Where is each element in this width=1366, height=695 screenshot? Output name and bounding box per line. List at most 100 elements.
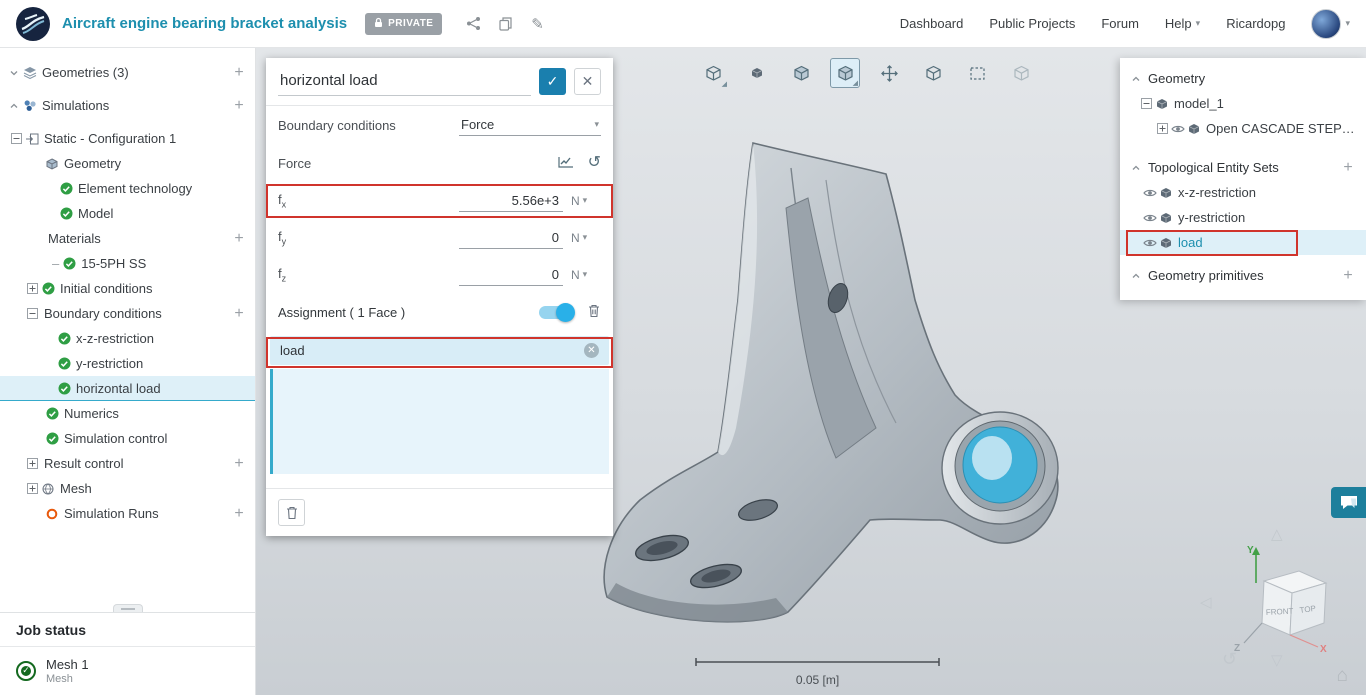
privacy-badge[interactable]: PRIVATE xyxy=(365,12,443,35)
expander-minus-icon[interactable] xyxy=(1138,98,1154,109)
tree-item-boundary-conditions[interactable]: Boundary conditions + xyxy=(0,301,255,326)
expander-plus-icon[interactable] xyxy=(24,483,40,494)
tree-item-15-5ph-ss[interactable]: ‒ 15-5PH SS xyxy=(0,251,255,276)
tree-item-model[interactable]: Model xyxy=(0,201,255,226)
caret-down-icon[interactable] xyxy=(6,68,22,78)
unit-select-fz[interactable]: N ▾ xyxy=(571,268,601,282)
geometry-header[interactable]: Geometry xyxy=(1120,66,1366,91)
nav-public-projects[interactable]: Public Projects xyxy=(989,16,1075,31)
orientation-cube-widget[interactable]: △ ◁ ▽ ↺ FRONT TOP Y X Z ⌂ xyxy=(1186,525,1362,693)
expander-minus-icon[interactable] xyxy=(8,133,24,144)
entity-set-y-restriction[interactable]: y-restriction xyxy=(1120,205,1366,230)
isometric-view-icon[interactable]: ◢ xyxy=(698,58,728,88)
avatar[interactable] xyxy=(1311,8,1342,39)
tree-item-geometries-3[interactable]: Geometries (3) + xyxy=(0,60,255,85)
nav-forum[interactable]: Forum xyxy=(1101,16,1139,31)
tree-item-element-technology[interactable]: Element technology xyxy=(0,176,255,201)
expander-plus-icon[interactable] xyxy=(24,458,40,469)
add-button[interactable]: + xyxy=(229,505,249,523)
assignment-toggle[interactable] xyxy=(539,302,575,322)
boundary-condition-type-select[interactable]: Force ▾ xyxy=(459,114,601,136)
close-button[interactable]: ✕ xyxy=(574,68,601,95)
entity-set-x-z-restriction[interactable]: x-z-restriction xyxy=(1120,180,1366,205)
tree-item-open-cascade[interactable]: Open CASCADE STEP tr... xyxy=(1120,116,1366,141)
entity-set-load[interactable]: load xyxy=(1120,230,1366,255)
add-button[interactable]: + xyxy=(229,230,249,248)
confirm-button[interactable]: ✓ xyxy=(539,68,566,95)
check-icon xyxy=(56,357,72,370)
tree-item-result-control[interactable]: Result control + xyxy=(0,451,255,476)
solid-render-icon[interactable] xyxy=(742,58,772,88)
panel-title-input[interactable]: horizontal load xyxy=(278,68,531,96)
visibility-eye-icon[interactable] xyxy=(1142,188,1158,198)
caret-up-icon[interactable] xyxy=(1128,163,1144,173)
tree-item-simulation-runs[interactable]: Simulation Runs + xyxy=(0,501,255,526)
nav-help[interactable]: Help ▾ xyxy=(1165,16,1200,31)
share-icon[interactable] xyxy=(460,11,486,37)
user-menu[interactable]: ▾ xyxy=(1311,8,1350,39)
toggle-knob xyxy=(556,302,575,322)
move-entities-icon[interactable] xyxy=(874,58,904,88)
add-button[interactable]: + xyxy=(229,455,249,473)
tree-item-geometry[interactable]: Geometry xyxy=(0,151,255,176)
clear-assignment-trash-icon[interactable] xyxy=(587,303,601,321)
visibility-mode-icon[interactable]: ◢ xyxy=(830,58,860,88)
topological-entity-sets-header[interactable]: Topological Entity Sets + xyxy=(1120,155,1366,180)
force-input-fy[interactable]: 0 xyxy=(459,227,563,249)
tree-item-initial-conditions[interactable]: Initial conditions xyxy=(0,276,255,301)
reset-undo-icon[interactable]: ↺ xyxy=(588,155,601,171)
tree-item-simulations[interactable]: Simulations + xyxy=(0,93,255,118)
add-button[interactable]: + xyxy=(229,64,249,82)
orientation-cube[interactable]: FRONT TOP Y X Z xyxy=(1214,539,1354,659)
geometry-primitives-header[interactable]: Geometry primitives + xyxy=(1120,263,1366,288)
home-view-icon[interactable]: ⌂ xyxy=(1337,665,1348,687)
copy-icon[interactable] xyxy=(492,11,518,37)
tree-item-static-configuration-1[interactable]: Static - Configuration 1 xyxy=(0,126,255,151)
wireframe-render-icon[interactable] xyxy=(918,58,948,88)
caret-up-icon[interactable] xyxy=(1128,74,1144,84)
job-item-mesh-1[interactable]: Mesh 1 Mesh xyxy=(0,647,255,695)
add-button[interactable]: + xyxy=(1338,267,1358,285)
nav-dashboard[interactable]: Dashboard xyxy=(900,16,964,31)
chat-support-button[interactable] xyxy=(1331,487,1366,518)
caret-up-icon[interactable] xyxy=(6,101,22,111)
tree-item-simulation-control[interactable]: Simulation control xyxy=(0,426,255,451)
unit-select-fy[interactable]: N ▾ xyxy=(571,231,601,245)
add-button[interactable]: + xyxy=(229,305,249,323)
model-3d-bracket[interactable] xyxy=(576,128,1096,628)
nav-username[interactable]: Ricardopg xyxy=(1226,16,1285,31)
visibility-eye-icon[interactable] xyxy=(1142,213,1158,223)
tree-item-y-restriction[interactable]: y-restriction xyxy=(0,351,255,376)
edit-pencil-icon[interactable]: ✎ xyxy=(524,11,550,37)
tree-item-horizontal-load[interactable]: horizontal load xyxy=(0,376,255,401)
add-button[interactable]: + xyxy=(229,97,249,115)
caret-up-icon[interactable] xyxy=(1128,271,1144,281)
rotate-left-arrow-icon[interactable]: ◁ xyxy=(1200,593,1212,611)
shaded-render-icon[interactable] xyxy=(786,58,816,88)
force-input-fz[interactable]: 0 xyxy=(459,264,563,286)
remove-chip-icon[interactable]: ✕ xyxy=(584,343,599,358)
expander-plus-icon[interactable] xyxy=(1154,123,1170,134)
delete-boundary-condition-button[interactable] xyxy=(278,499,305,526)
formula-chart-icon[interactable] xyxy=(557,156,574,171)
tree-item-numerics[interactable]: Numerics xyxy=(0,401,255,426)
tree-item-model-1[interactable]: model_1 xyxy=(1120,91,1366,116)
expander-plus-icon[interactable] xyxy=(24,283,40,294)
visibility-eye-icon[interactable] xyxy=(1142,238,1158,248)
box-select-icon[interactable] xyxy=(962,58,992,88)
visibility-eye-icon[interactable] xyxy=(1170,124,1186,134)
assignment-drop-area[interactable] xyxy=(270,369,609,474)
dropdown-corner-icon: ◢ xyxy=(721,81,727,88)
tree-item-mesh[interactable]: Mesh xyxy=(0,476,255,501)
tree-item-x-z-restriction[interactable]: x-z-restriction xyxy=(0,326,255,351)
tree-item-materials[interactable]: Materials + xyxy=(0,226,255,251)
app-logo[interactable] xyxy=(16,6,50,41)
add-button[interactable]: + xyxy=(1338,159,1358,177)
sidebar-collapse-handle[interactable] xyxy=(112,604,143,612)
assignment-chip-load[interactable]: load ✕ xyxy=(270,336,609,365)
force-input-fx[interactable]: 5.56e+3 xyxy=(459,190,563,212)
run-icon xyxy=(44,508,60,520)
expander-minus-icon[interactable] xyxy=(24,308,40,319)
unit-select-fx[interactable]: N ▾ xyxy=(571,194,601,208)
